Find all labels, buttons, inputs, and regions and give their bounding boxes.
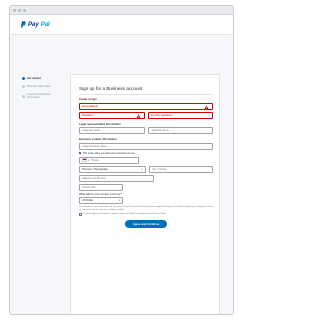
- page-title: Sign up for a Business account: [79, 86, 143, 91]
- section-heading-legal-rep: Legal representative information: [79, 122, 121, 126]
- business-name-note: This is the name you want your customers…: [79, 152, 213, 155]
- chevron-down-icon[interactable]: ▾: [88, 159, 89, 162]
- page-content: Get started Business information Legal r…: [10, 35, 233, 314]
- password-field[interactable]: Password: [79, 111, 145, 119]
- phone-placeholder: Phone: [91, 158, 99, 162]
- city-placeholder: City / County: [151, 167, 167, 171]
- postal-code-placeholder: Postal code: [82, 185, 96, 189]
- address-field[interactable]: Address (no PO box): [79, 174, 154, 182]
- currency-select[interactable]: US Dollar ▾: [79, 197, 123, 204]
- province-select[interactable]: Province / Municipality ▾: [79, 165, 146, 173]
- signup-steps: Get started Business information Legal r…: [22, 77, 64, 104]
- step-label: Legal representative information: [27, 93, 51, 99]
- window-control-dot[interactable]: [23, 8, 26, 12]
- agree-and-continue-button[interactable]: Agree and Continue: [125, 220, 167, 229]
- step-legal-representative[interactable]: Legal representative information: [22, 93, 64, 99]
- browser-toolbar: [10, 6, 233, 15]
- first-name-field[interactable]: Legal first name: [79, 127, 145, 134]
- warning-icon: [204, 104, 209, 109]
- reenter-password-placeholder: Re-enter password: [150, 113, 173, 117]
- email-placeholder: Email address: [82, 104, 99, 108]
- section-heading-login: Create a login: [79, 98, 97, 101]
- logo-text-pal: Pal: [40, 21, 50, 28]
- section-heading-business-contact: Business contact information: [79, 138, 117, 141]
- step-label: Get started: [27, 77, 41, 80]
- title-divider: [79, 94, 213, 95]
- currency-selected-value: US Dollar: [82, 199, 94, 202]
- step-indicator-icon: [22, 77, 25, 80]
- phone-field[interactable]: ▾ Phone: [79, 156, 139, 164]
- password-placeholder: Password: [82, 113, 94, 117]
- window-control-dot[interactable]: [18, 8, 21, 12]
- chevron-down-icon: ▾: [118, 199, 120, 202]
- email-field[interactable]: Email address: [79, 102, 213, 110]
- agreement-text: By clicking Agree and Continue, I agree …: [83, 213, 166, 215]
- step-get-started[interactable]: Get started: [22, 77, 64, 80]
- currency-question: What will be your primary currency?: [79, 192, 122, 196]
- business-name-note-text: This is the name you want your customers…: [82, 151, 135, 155]
- address-placeholder: Address (no PO box): [82, 176, 107, 180]
- business-name-placeholder: Legal business name: [82, 144, 107, 148]
- window-control-dot[interactable]: [13, 8, 16, 12]
- logo-text-pay: Pay: [28, 21, 39, 28]
- agreement-checkbox[interactable]: [79, 213, 82, 217]
- province-placeholder: Province / Municipality: [82, 167, 108, 171]
- city-field[interactable]: City / County: [148, 165, 213, 173]
- country-flag-icon[interactable]: [82, 158, 87, 162]
- last-name-placeholder: Legal last name: [150, 129, 169, 132]
- step-business-information[interactable]: Business information: [22, 85, 64, 88]
- bullet-icon: [79, 151, 82, 155]
- signup-form-card: Sign up for a Business account Create a …: [70, 74, 220, 314]
- step-indicator-icon: [22, 85, 25, 88]
- agreement-row[interactable]: By clicking Agree and Continue, I agree …: [79, 213, 213, 217]
- last-name-field[interactable]: Legal last name: [147, 127, 213, 134]
- postal-code-field[interactable]: Postal code: [79, 183, 123, 191]
- paypal-logo[interactable]: Pay Pal: [20, 21, 50, 28]
- chevron-down-icon: ▾: [141, 167, 143, 171]
- business-name-field[interactable]: Legal business name: [79, 142, 213, 150]
- warning-icon: [135, 113, 141, 118]
- step-indicator-icon: [22, 94, 25, 98]
- legal-disclaimer: Cross-border currency: PayPal Pte. Ltd.,…: [79, 206, 213, 211]
- reenter-password-field[interactable]: Re-enter password: [147, 111, 213, 119]
- step-label: Business information: [27, 85, 52, 88]
- site-header: Pay Pal: [10, 15, 233, 35]
- paypal-p-icon: [21, 21, 26, 28]
- browser-window: Pay Pal Get started Business information …: [9, 5, 234, 315]
- first-name-placeholder: Legal first name: [82, 129, 101, 132]
